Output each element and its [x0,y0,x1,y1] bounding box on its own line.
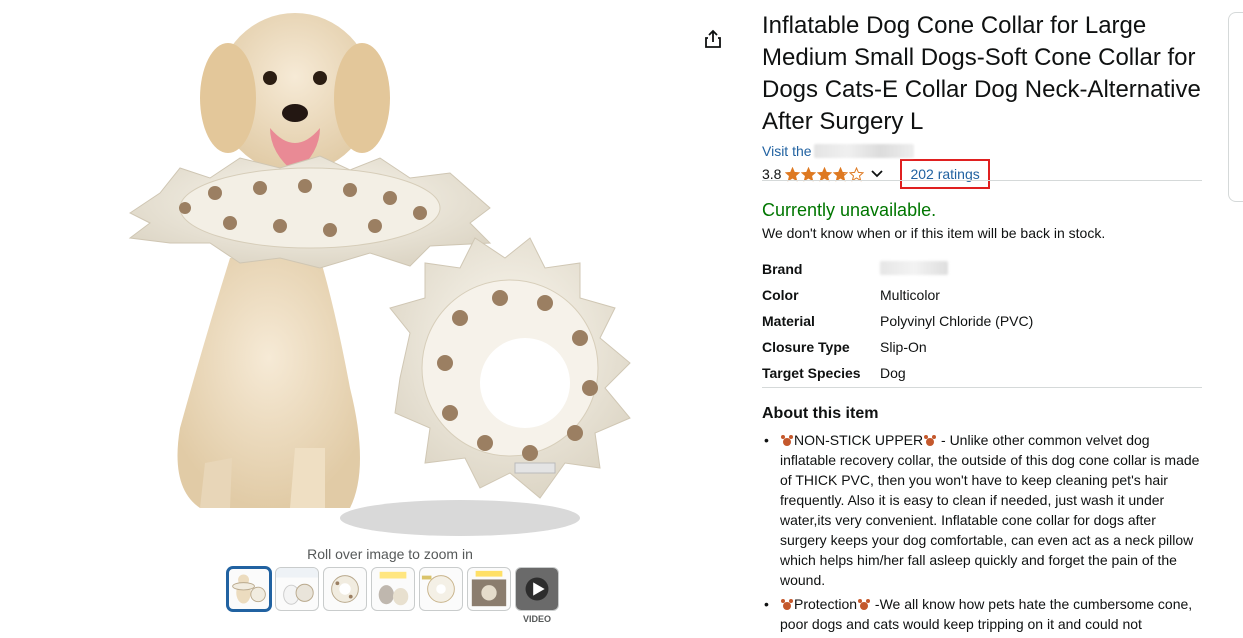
product-title: Inflatable Dog Cone Collar for Large Med… [762,12,1201,135]
list-item: NON-STICK UPPER - Unlike other common ve… [764,430,1200,590]
thumbnail-strip [227,567,559,611]
about-bullets: NON-STICK UPPER - Unlike other common ve… [764,430,1200,638]
store-link-prefix: Visit the [762,143,812,159]
thumbnail-1[interactable] [227,567,271,611]
paw-emoji-icon [924,435,937,446]
spec-row-color: Color Multicolor [762,282,1202,308]
rating-row: 3.8 202 ratings [762,159,1202,189]
thumbnail-4[interactable] [371,567,415,611]
thumbnail-3[interactable] [323,567,367,611]
side-panel-edge [1228,12,1243,202]
main-product-image[interactable] [120,8,665,548]
thumbnail-video[interactable] [515,567,559,611]
spec-key: Target Species [762,365,861,381]
share-icon [705,29,721,48]
share-button[interactable] [702,28,724,50]
list-item: Protection -We all know how pets hate th… [764,594,1200,634]
product-info: Inflatable Dog Cone Collar for Large Med… [762,10,1202,189]
spec-row-species: Target Species Dog [762,360,1202,386]
divider [762,387,1202,388]
spec-value: Multicolor [880,287,940,303]
spec-row-brand: Brand [762,256,1202,282]
thumbnail-2[interactable] [275,567,319,611]
spec-value: Slip-On [880,339,927,355]
thumbnail-6[interactable] [467,567,511,611]
spec-row-closure: Closure Type Slip-On [762,334,1202,360]
store-link[interactable]: Visit the [762,142,1202,160]
ratings-count-link[interactable]: 202 ratings [900,159,990,189]
store-name-redacted [813,144,914,158]
chevron-down-icon[interactable] [870,167,884,181]
bullet-lead: Protection [794,596,858,612]
spec-value: Polyvinyl Chloride (PVC) [880,313,1034,329]
availability-status: Currently unavailable. [762,200,937,220]
about-heading: About this item [762,405,879,422]
spec-key: Color [762,287,799,303]
zoom-hint: Roll over image to zoom in [307,546,473,562]
spec-row-material: Material Polyvinyl Chloride (PVC) [762,308,1202,334]
paw-emoji-icon [781,435,793,446]
availability-note: We don't know when or if this item will … [762,225,1106,241]
spec-key: Closure Type [762,339,850,355]
video-label: VIDEO [522,614,551,624]
dog-with-cone-image [128,13,631,536]
spec-key: Brand [762,261,803,277]
divider [762,180,1202,181]
paw-emoji-icon [858,599,871,610]
spec-table: Brand Color Multicolor Material Polyviny… [762,256,1202,386]
bullet-lead: NON-STICK UPPER [794,432,924,448]
spec-value-brand-redacted [880,260,948,278]
bullet-text: - Unlike other common velvet dog inflata… [780,432,1200,588]
spec-value: Dog [880,365,906,381]
thumbnail-5[interactable] [419,567,463,611]
spec-key: Material [762,313,815,329]
paw-emoji-icon [781,599,793,610]
